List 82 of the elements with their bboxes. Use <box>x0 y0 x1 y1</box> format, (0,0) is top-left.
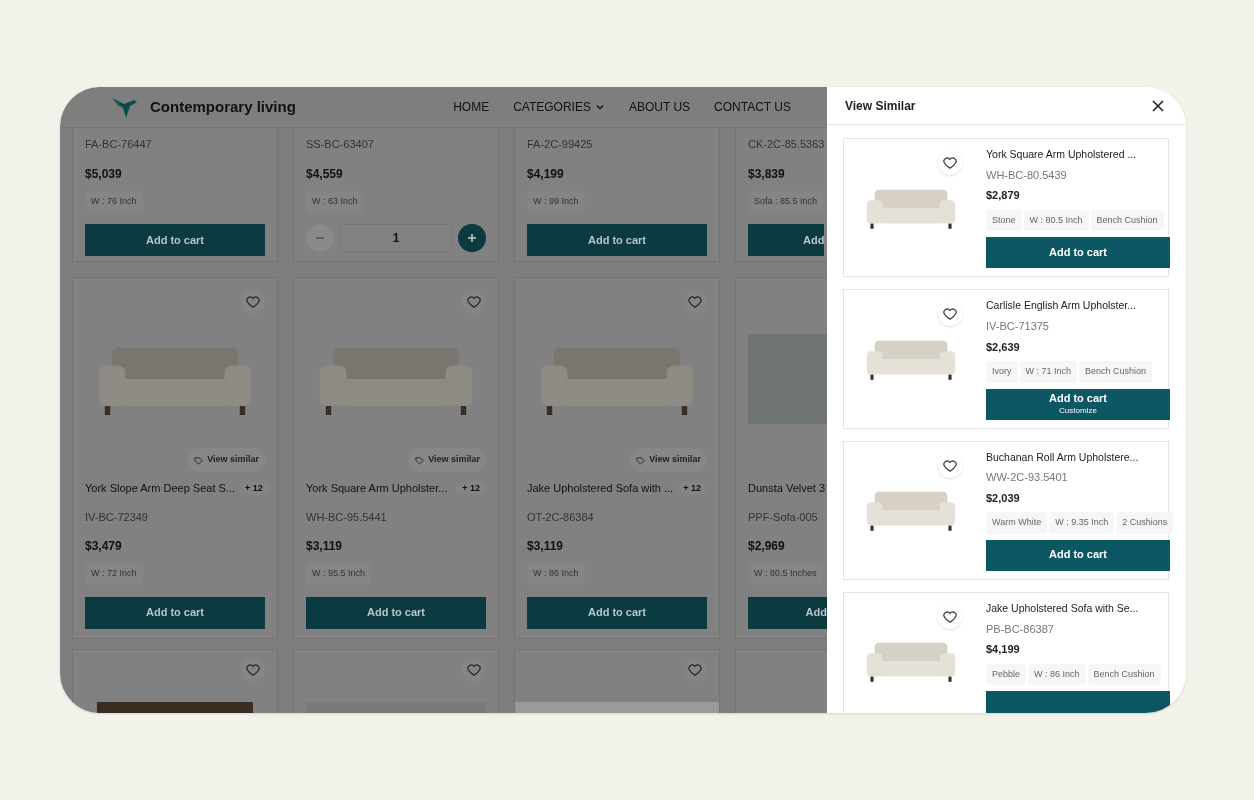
size-tag: Bench Cushion <box>1079 361 1153 383</box>
brand-name[interactable]: Contemporary living <box>150 95 296 119</box>
add-to-cart-button[interactable]: Add <box>748 596 827 629</box>
plus-icon <box>466 232 478 244</box>
tag-icon <box>415 455 425 465</box>
size-tag: W : 9.35 Inch <box>1049 512 1115 534</box>
size-tag: W : 72 Inch <box>85 563 143 585</box>
size-tag: W : 99 Inch <box>527 190 585 212</box>
nav-link[interactable]: CONTACT US <box>714 98 791 116</box>
product-code: IV-BC-72349 <box>85 509 149 525</box>
size-tag: W : 63 Inch <box>306 190 364 212</box>
product-code: SS-BC-63407 <box>306 137 375 152</box>
add-to-cart-button[interactable]: Add to cart <box>85 224 265 256</box>
nav-link[interactable]: HOME <box>453 98 490 116</box>
size-tag: 2 Cushions <box>1116 512 1174 534</box>
product-name[interactable]: Jake Upholstered Sofa with ... <box>527 480 674 497</box>
size-tag: Warm White <box>986 512 1048 534</box>
product-price: $3,479 <box>85 538 123 555</box>
tag-icon <box>636 455 646 465</box>
size-tag: W : 76 Inch <box>85 190 143 212</box>
size-tag: W : 71 Inch <box>1019 361 1078 383</box>
product-price: $4,559 <box>306 165 344 183</box>
chevron-down-icon <box>594 102 605 112</box>
product-code: FA-BC-76447 <box>85 137 153 152</box>
product-code: IV-BC-71375 <box>986 319 1050 334</box>
add-to-cart-button[interactable]: Add to cart Customize <box>986 388 1170 420</box>
product-price: $4,199 <box>527 165 565 183</box>
product-code: PB-BC-86387 <box>986 621 1055 637</box>
size-tag: W : 80.5 Inches <box>748 563 823 585</box>
size-tag: W : 95.5 Inch <box>306 563 372 585</box>
product-code: CK-2C-85.5363 <box>748 137 825 152</box>
more-variants-badge: + 12 <box>456 481 486 495</box>
view-similar-chip[interactable]: View similar <box>630 448 707 472</box>
product-price: $2,639 <box>986 339 1021 355</box>
product-price: $5,039 <box>85 165 123 183</box>
view-similar-chip[interactable]: View similar <box>409 448 486 472</box>
product-price: $4,199 <box>986 642 1021 657</box>
size-tag: W : 80.5 Inch <box>1023 209 1089 232</box>
plus-button[interactable] <box>458 224 486 252</box>
product-code: FA-2C-99425 <box>527 137 594 152</box>
view-similar-chip[interactable]: View similar <box>188 448 265 472</box>
more-variants-badge: + 12 <box>239 481 269 495</box>
product-code: PPF-Sofa-005 <box>748 509 819 525</box>
product-code: WW-2C-93.5401 <box>986 470 1069 486</box>
size-tag: W : 86 Inch <box>527 563 585 585</box>
add-to-cart-button[interactable]: Add to cart <box>85 596 265 629</box>
more-variants-badge: + 12 <box>677 481 707 495</box>
product-code: WH-BC-80.5439 <box>986 167 1068 183</box>
product-price: $2,969 <box>748 538 786 555</box>
product-name[interactable]: Buchanan Roll Arm Upholstere... <box>986 449 1164 466</box>
size-tag: Stone <box>986 209 1022 232</box>
add-to-cart-button[interactable]: Add to cart <box>986 539 1170 571</box>
product-name[interactable]: Dunsta Velvet 3 <box>748 480 826 497</box>
size-tag: W : 86 Inch <box>1028 663 1086 685</box>
size-tag: Sofa : 85.5 Inch <box>748 190 824 212</box>
drawer-title: View Similar <box>845 97 916 115</box>
add-to-cart-button[interactable]: Add to cart <box>306 596 486 629</box>
product-name[interactable]: Carlisle English Arm Upholster... <box>986 298 1164 314</box>
product-price: $2,879 <box>986 188 1021 204</box>
product-name[interactable]: York Square Arm Upholster... <box>306 480 448 497</box>
size-tag: Pebble <box>986 663 1027 685</box>
quantity-field[interactable]: 1 <box>340 224 452 252</box>
product-code: OT-2C-86384 <box>527 509 595 525</box>
add-to-cart-button[interactable]: Add to cart <box>527 596 707 629</box>
product-price: $3,119 <box>306 538 344 555</box>
add-to-cart-button[interactable]: Add to cart <box>986 237 1170 269</box>
product-price: $2,039 <box>986 490 1021 506</box>
product-price: $3,119 <box>527 538 565 555</box>
nav-link[interactable]: CATEGORIES <box>513 98 605 116</box>
tag-icon <box>194 455 204 465</box>
product-price: $3,839 <box>748 165 786 183</box>
size-tag: Bench Cushion <box>1087 663 1161 685</box>
add-to-cart-button[interactable]: Add <box>748 224 825 256</box>
product-name[interactable]: York Slope Arm Deep Seat S... <box>85 480 235 497</box>
product-name[interactable]: York Square Arm Upholstered ... <box>986 147 1164 163</box>
add-to-cart-button[interactable]: Add to cart <box>527 224 707 256</box>
size-tag: Ivory <box>986 361 1018 383</box>
product-name[interactable]: Jake Upholstered Sofa with Se... <box>986 600 1164 617</box>
close-icon <box>1152 99 1164 112</box>
size-tag: Bench Cushion <box>1090 209 1164 232</box>
nav-link[interactable]: ABOUT US <box>628 98 691 116</box>
product-code: WH-BC-95.5441 <box>306 509 388 525</box>
